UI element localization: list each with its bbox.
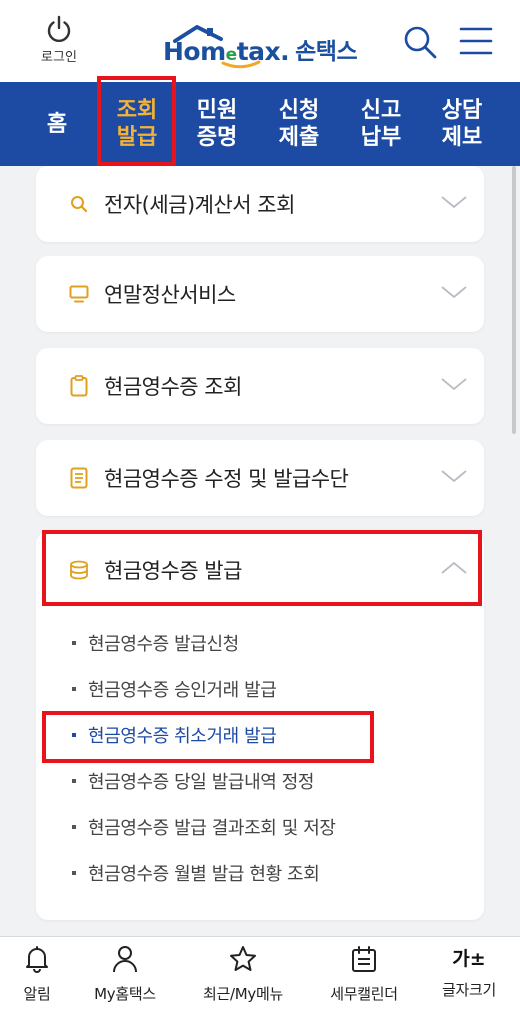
sub-menu-item[interactable]: 현금영수증 발급신청 bbox=[72, 628, 239, 658]
bullet bbox=[72, 871, 76, 875]
chevron-down-icon[interactable] bbox=[440, 194, 468, 214]
bullet bbox=[72, 687, 76, 691]
menu-card-label: 연말정산서비스 bbox=[104, 283, 236, 307]
highlight-box-card bbox=[42, 530, 482, 606]
nav-tax-calendar[interactable]: 세무캘린더 bbox=[316, 945, 412, 1004]
search-icon[interactable] bbox=[402, 24, 438, 64]
chevron-down-icon[interactable] bbox=[440, 468, 468, 488]
chevron-down-icon[interactable] bbox=[440, 284, 468, 304]
highlight-box-tab bbox=[97, 76, 176, 166]
bullet bbox=[72, 641, 76, 645]
power-icon bbox=[30, 14, 88, 44]
sub-menu-item[interactable]: 현금영수증 당일 발급내역 정정 bbox=[72, 766, 314, 796]
menu-card-label: 현금영수증 수정 및 발급수단 bbox=[104, 467, 349, 491]
menu-card-label: 전자(세금)계산서 조회 bbox=[104, 193, 295, 217]
app-header: 로그인 Hometax. 손택스 bbox=[0, 0, 520, 82]
tab-application-submit[interactable]: 신청 제출 bbox=[262, 82, 336, 166]
menu-card-year-end[interactable]: 연말정산서비스 bbox=[36, 256, 484, 332]
tab-report-payment[interactable]: 신고 납부 bbox=[344, 82, 418, 166]
login-button[interactable]: 로그인 bbox=[30, 14, 88, 65]
tab-civil-certificate[interactable]: 민원 증명 bbox=[180, 82, 254, 166]
bottom-nav: 알림 My홈택스 최근/My메뉴 세무캘린더 가± 글자크기 bbox=[0, 936, 520, 1010]
hamburger-menu-icon[interactable] bbox=[459, 26, 493, 60]
main-tab-bar: 홈 조회 발급 민원 증명 신청 제출 신고 납부 상담 제보 bbox=[0, 82, 520, 166]
logo-wordmark: Hometax. bbox=[163, 25, 290, 69]
person-icon bbox=[112, 945, 138, 977]
nav-recent-my-menu[interactable]: 최근/My메뉴 bbox=[190, 945, 296, 1004]
sub-menu-item[interactable]: 현금영수증 월별 발급 현황 조회 bbox=[72, 858, 320, 888]
nav-font-size[interactable]: 가± 글자크기 bbox=[424, 945, 514, 1000]
logo-korean-text: 손택스 bbox=[295, 39, 358, 65]
chevron-down-icon[interactable] bbox=[440, 376, 468, 396]
bullet bbox=[72, 825, 76, 829]
menu-card-e-invoice[interactable]: 전자(세금)계산서 조회 bbox=[36, 166, 484, 242]
bell-icon bbox=[24, 945, 50, 977]
login-label: 로그인 bbox=[41, 50, 77, 65]
nav-notifications[interactable]: 알림 bbox=[8, 945, 66, 1004]
sub-menu-item[interactable]: 현금영수증 발급 결과조회 및 저장 bbox=[72, 812, 336, 842]
star-icon bbox=[229, 945, 257, 977]
hometax-logo[interactable]: Hometax. 손택스 bbox=[163, 22, 358, 69]
scrollbar[interactable] bbox=[512, 166, 516, 434]
highlight-box-sub-item bbox=[42, 711, 374, 763]
search-icon bbox=[68, 193, 90, 215]
tab-consult-report[interactable]: 상담 제보 bbox=[425, 82, 499, 166]
calendar-icon bbox=[350, 945, 378, 977]
menu-card-cash-receipt-inquiry[interactable]: 현금영수증 조회 bbox=[36, 348, 484, 424]
nav-my-hometax[interactable]: My홈택스 bbox=[80, 945, 170, 1004]
font-size-icon: 가± bbox=[452, 948, 486, 970]
sub-menu-item[interactable]: 현금영수증 승인거래 발급 bbox=[72, 674, 277, 704]
monitor-icon bbox=[68, 283, 90, 305]
menu-card-label: 현금영수증 조회 bbox=[104, 375, 242, 399]
tab-home[interactable]: 홈 bbox=[30, 82, 84, 166]
menu-card-cash-receipt-modify[interactable]: 현금영수증 수정 및 발급수단 bbox=[36, 440, 484, 516]
clipboard-icon bbox=[68, 375, 90, 397]
bullet bbox=[72, 779, 76, 783]
document-icon bbox=[68, 467, 90, 489]
